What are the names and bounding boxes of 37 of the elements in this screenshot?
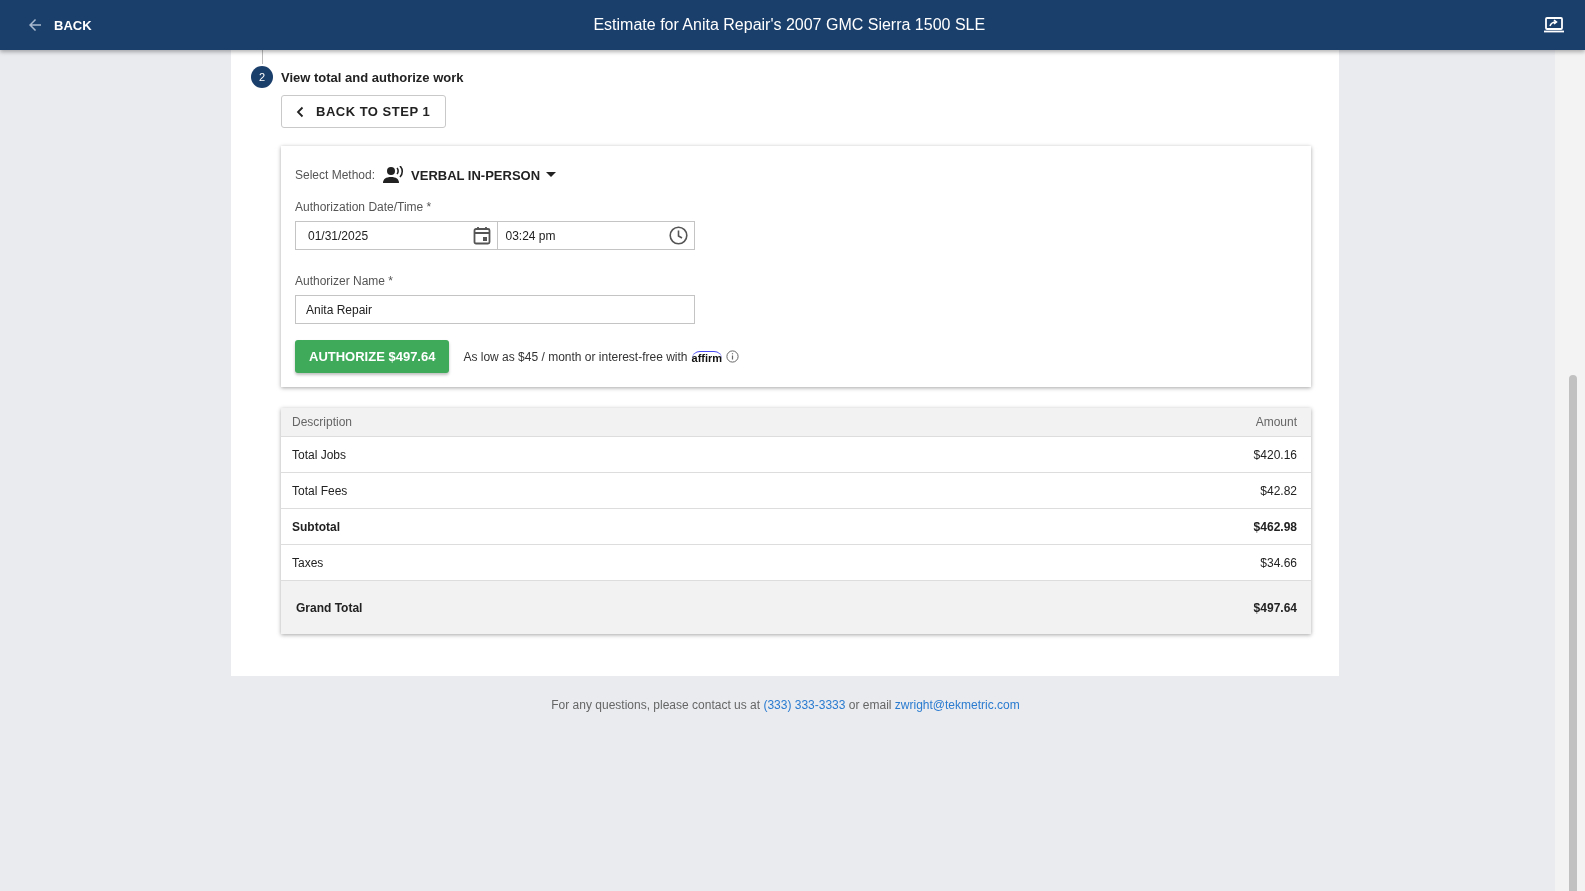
affirm-logo: affirm [691,350,723,363]
calendar-icon[interactable] [472,226,491,245]
back-button[interactable]: BACK [22,12,96,38]
back-to-step-button[interactable]: BACK TO STEP 1 [281,95,447,128]
phone-link[interactable]: (333) 333-3333 [763,698,846,712]
table-cell: Taxes [292,555,324,570]
table-cell: $34.66 [1260,555,1297,570]
date-field[interactable]: 01/31/2025 [295,221,498,250]
column-header: Description [292,415,353,429]
scrollbar-thumb[interactable] [1569,375,1577,891]
time-field[interactable]: 03:24 pm [497,221,695,250]
table-cell: $462.98 [1253,519,1297,534]
table-cell: Grand Total [296,600,363,615]
person-speaking-icon [383,166,406,184]
contact-text: For any questions, please contact us at (333) 333-3333 or email zwright@tekmetric.com [551,698,1020,712]
step-title: View total and authorize work [281,69,464,85]
method-dropdown[interactable]: VERBAL IN-PERSON [383,166,557,184]
info-icon[interactable] [726,350,740,363]
caret-down-icon [546,172,557,178]
name-label: Authorizer Name * [295,274,395,288]
clock-icon[interactable] [669,226,688,245]
datetime-label: Authorization Date/Time * [295,200,433,214]
table-cell: $42.82 [1260,483,1297,498]
page-title: Estimate for Anita Repair's 2007 GMC Sierra 1500 SLE [592,16,987,34]
table-cell: $420.16 [1253,447,1297,462]
laptop-share-icon[interactable] [1543,16,1565,34]
method-label: Select Method: [295,168,376,182]
table-cell: Total Fees [292,483,348,498]
authorizer-name-field[interactable]: Anita Repair [295,295,695,324]
step-number: 2 [251,66,273,88]
financing-text: As low as $45 / month or interest-free with [463,349,688,364]
column-header: Amount [1255,415,1297,429]
email-link[interactable]: zwright@tekmetric.com [894,698,1020,712]
chevron-left-icon [296,105,304,118]
table-cell: Total Jobs [292,447,347,462]
table-cell: $497.64 [1253,600,1297,615]
table-cell: Subtotal [292,519,340,534]
